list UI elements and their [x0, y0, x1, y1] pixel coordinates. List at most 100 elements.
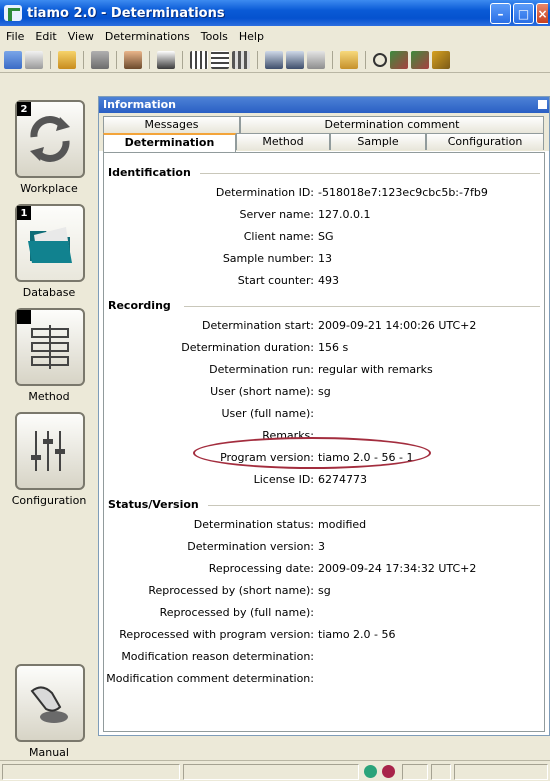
field-label: Reprocessed by (short name):	[148, 584, 314, 597]
nav-workplace[interactable]: 2 Workplace	[15, 100, 85, 195]
field-value: -518018e7:123ec9cbc5b:-7fb9	[318, 186, 488, 199]
tab-configuration[interactable]: Configuration	[426, 133, 544, 150]
field-value: 2009-09-24 17:34:32 UTC+2	[318, 562, 477, 575]
field-label: Determination status:	[193, 518, 314, 531]
toolbar-separator	[149, 50, 150, 69]
field-row: Determination ID: -518018e7:123ec9cbc5b:-…	[104, 186, 544, 204]
check-all-icon[interactable]	[411, 50, 429, 69]
field-value: 6274773	[318, 473, 367, 486]
nav-label: Configuration	[11, 494, 87, 507]
field-value: 127.0.0.1	[318, 208, 371, 221]
field-label: Determination run:	[209, 363, 314, 376]
field-value: SG	[318, 230, 334, 243]
tab-messages[interactable]: Messages	[103, 116, 240, 133]
field-label: Sample number:	[222, 252, 314, 265]
error-status-icon	[382, 765, 395, 778]
folder-icon[interactable]	[340, 50, 358, 69]
tab-determination-comment[interactable]: Determination comment	[240, 116, 544, 133]
status-cell	[454, 764, 548, 780]
configuration-button[interactable]	[15, 412, 85, 490]
menu-determinations[interactable]: Determinations	[101, 30, 197, 43]
chart-icon[interactable]	[307, 50, 325, 69]
nav-manual[interactable]: Manual	[15, 664, 85, 759]
field-row: Determination version: 3	[104, 540, 544, 558]
tab-bar: Messages Determination comment Determina…	[99, 113, 549, 152]
window-title: tiamo 2.0 - Determinations	[27, 5, 225, 21]
status-cell	[402, 764, 428, 780]
field-row: User (short name): sg	[104, 385, 544, 403]
field-label: Determination start:	[201, 319, 314, 332]
report-icon[interactable]	[232, 50, 250, 69]
workplace-button[interactable]: 2	[15, 100, 85, 178]
menu-tools[interactable]: Tools	[197, 30, 235, 43]
database-button[interactable]: 1	[15, 204, 85, 282]
minimize-icon[interactable]: –	[490, 3, 511, 24]
field-label: Reprocessed by (full name):	[159, 606, 314, 619]
section-recording: Recording	[108, 299, 171, 312]
field-row: Reprocessed by (short name): sg	[104, 584, 544, 602]
field-value: modified	[318, 518, 367, 531]
toolbar-separator	[257, 50, 258, 69]
nav-configuration[interactable]: Configuration	[12, 412, 86, 507]
field-value: 13	[318, 252, 332, 265]
left-navigation: 2 Workplace 1 Database Method Configurat…	[0, 96, 98, 781]
close-icon[interactable]: ×	[536, 3, 548, 24]
field-row: User (full name):	[104, 407, 544, 425]
grid-icon[interactable]	[190, 50, 208, 69]
field-value: 156 s	[318, 341, 349, 354]
maximize-icon[interactable]: □	[513, 3, 534, 24]
field-label: User (short name):	[210, 385, 314, 398]
import-icon[interactable]	[286, 50, 304, 69]
nav-label: Method	[28, 390, 70, 403]
method-button[interactable]	[15, 308, 85, 386]
field-label: Start counter:	[237, 274, 314, 287]
field-row: Modification reason determination:	[104, 650, 544, 668]
field-label: Server name:	[239, 208, 314, 221]
field-row: Reprocessed by (full name):	[104, 606, 544, 624]
user-icon[interactable]	[91, 50, 109, 69]
status-bar	[0, 760, 550, 781]
highlight-ellipse	[193, 437, 431, 469]
table-icon[interactable]	[211, 50, 229, 69]
menu-bar: File Edit View Determinations Tools Help	[0, 26, 550, 47]
field-label: Modification reason determination:	[121, 650, 314, 663]
check-icon[interactable]	[390, 50, 408, 69]
menu-help[interactable]: Help	[235, 30, 271, 43]
field-row: Determination start: 2009-09-21 14:00:26 …	[104, 319, 544, 337]
export-icon[interactable]	[265, 50, 283, 69]
nav-method[interactable]: Method	[15, 308, 85, 403]
tab-method[interactable]: Method	[236, 133, 330, 150]
filter-icon[interactable]	[58, 50, 76, 69]
tab-sample[interactable]: Sample	[330, 133, 426, 150]
field-row: Determination duration: 156 s	[104, 341, 544, 359]
panel-title: Information	[103, 98, 176, 111]
toolbar-separator	[182, 50, 183, 69]
panel-restore-icon[interactable]	[538, 100, 547, 109]
field-label: Reprocessing date:	[208, 562, 314, 575]
sliders-icon	[31, 431, 65, 471]
sign-icon[interactable]	[432, 50, 450, 69]
search-icon[interactable]	[373, 52, 387, 67]
open-icon[interactable]	[4, 50, 22, 69]
field-row: Reprocessed with program version: tiamo 2…	[104, 628, 544, 646]
section-identification: Identification	[108, 166, 191, 179]
nav-database[interactable]: 1 Database	[15, 204, 85, 299]
menu-edit[interactable]: Edit	[31, 30, 63, 43]
field-row: License ID: 6274773	[104, 473, 544, 491]
copy-icon[interactable]	[124, 50, 142, 69]
field-row: Sample number: 13	[104, 252, 544, 270]
hand-icon	[30, 686, 68, 723]
field-label: Determination version:	[187, 540, 314, 553]
print-icon[interactable]	[25, 50, 43, 69]
edit-icon[interactable]	[157, 50, 175, 69]
field-row: Modification comment determination:	[104, 672, 544, 690]
menu-view[interactable]: View	[64, 30, 101, 43]
manual-button[interactable]	[15, 664, 85, 742]
field-value: 2009-09-21 14:00:26 UTC+2	[318, 319, 477, 332]
toolbar	[0, 47, 550, 73]
status-cell	[2, 764, 180, 780]
nav-label: Manual	[29, 746, 69, 759]
toolbar-separator	[83, 50, 84, 69]
tab-determination[interactable]: Determination	[103, 133, 236, 152]
menu-file[interactable]: File	[2, 30, 31, 43]
